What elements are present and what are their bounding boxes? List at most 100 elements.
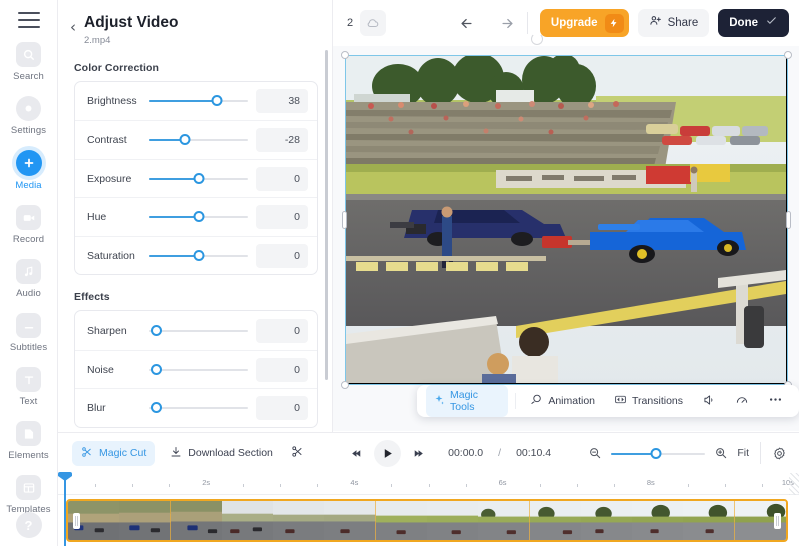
slider-value-exposure[interactable]: 0 xyxy=(256,166,308,191)
speaker-icon xyxy=(702,393,716,410)
slider-noise[interactable] xyxy=(149,362,248,378)
upgrade-button[interactable]: Upgrade xyxy=(530,9,629,45)
redo-arrow-icon[interactable] xyxy=(496,14,515,33)
slider-value-brightness[interactable]: 38 xyxy=(256,89,308,114)
record-camera-icon xyxy=(16,205,41,230)
slider-exposure[interactable] xyxy=(149,171,248,187)
volume-button[interactable] xyxy=(695,389,723,414)
resize-handle-top-right[interactable] xyxy=(784,51,792,59)
skip-forward-icon[interactable] xyxy=(412,447,425,460)
slider-knob[interactable] xyxy=(151,402,162,414)
slider-value-sharpen[interactable]: 0 xyxy=(256,318,308,343)
slider-row-sharpen: Sharpen 0 xyxy=(75,311,317,350)
speed-button[interactable] xyxy=(728,389,756,414)
slider-fill xyxy=(149,177,199,180)
ruler-tick xyxy=(169,484,171,487)
skip-back-icon[interactable] xyxy=(350,447,363,460)
ruler-tick xyxy=(687,484,689,487)
timeline-playhead[interactable] xyxy=(58,472,72,546)
timeline-ruler[interactable]: 2s 4s 6s 8s 10s xyxy=(58,473,799,495)
ruler-label-6s: 6s xyxy=(498,478,507,487)
ruler-tick xyxy=(391,484,393,487)
slider-fill xyxy=(611,453,657,455)
back-chevron-icon[interactable]: ‹ xyxy=(70,20,76,35)
slider-value-noise[interactable]: 0 xyxy=(256,357,308,382)
panel-scrollbar[interactable] xyxy=(325,50,328,380)
sidebar-item-search[interactable]: Search xyxy=(0,42,58,82)
sidebar-label-subtitles: Subtitles xyxy=(9,342,48,353)
sidebar-item-audio[interactable]: Audio xyxy=(0,259,58,299)
cloud-sync-icon[interactable] xyxy=(360,10,387,36)
resize-handle-middle-right[interactable] xyxy=(786,211,791,229)
slider-fill xyxy=(149,100,218,103)
magic-tools-button[interactable]: Magic Tools xyxy=(426,385,509,417)
current-time-label: 00:00.0 xyxy=(448,447,484,459)
zoom-out-icon[interactable] xyxy=(588,446,602,460)
undo-arrow-icon[interactable] xyxy=(459,14,478,33)
clip-trim-handle-right[interactable] xyxy=(774,512,781,529)
download-section-button[interactable]: Download Section xyxy=(161,441,282,466)
color-correction-card: Brightness 38 Contrast -28 Exposure 0 Hu… xyxy=(74,80,318,276)
magic-cut-button[interactable]: Magic Cut xyxy=(72,440,156,466)
play-button[interactable] xyxy=(374,439,402,467)
ruler-label-8s: 8s xyxy=(646,478,655,487)
filmstrip-frame xyxy=(170,501,222,540)
hamburger-icon[interactable] xyxy=(17,12,40,28)
animation-button[interactable]: Animation xyxy=(523,389,602,413)
slider-knob[interactable] xyxy=(211,95,223,107)
preview-float-toolbar: Magic Tools Animation Transitions xyxy=(417,385,799,417)
slider-sharpen[interactable] xyxy=(149,323,248,339)
zoom-in-icon[interactable] xyxy=(714,446,728,460)
slider-knob[interactable] xyxy=(650,448,662,459)
history-controls xyxy=(459,14,515,33)
transitions-icon xyxy=(614,393,627,409)
slider-row-blur: Blur 0 xyxy=(75,388,317,427)
download-icon xyxy=(170,446,182,461)
sidebar-item-media[interactable]: Media xyxy=(0,150,58,191)
play-icon xyxy=(384,448,392,458)
slider-hue[interactable] xyxy=(149,209,248,225)
slider-value-saturation[interactable]: 0 xyxy=(256,243,308,268)
share-button[interactable]: Share xyxy=(637,9,710,37)
more-options-button[interactable] xyxy=(761,388,790,414)
sidebar-item-subtitles[interactable]: Subtitles xyxy=(0,313,58,353)
sidebar-label-audio: Audio xyxy=(16,288,41,299)
slider-blur[interactable] xyxy=(149,400,248,416)
sidebar-item-elements[interactable]: Elements xyxy=(0,421,58,461)
sidebar-item-text[interactable]: Text xyxy=(0,367,58,407)
slider-value-hue[interactable]: 0 xyxy=(256,205,308,230)
resize-handle-middle-left[interactable] xyxy=(342,211,347,229)
ruler-tick xyxy=(613,484,615,487)
slider-knob[interactable] xyxy=(193,211,204,223)
resize-handle-bottom-left[interactable] xyxy=(341,381,349,389)
playback-controls: 00:00.0 / 00:10.4 xyxy=(350,439,551,467)
slider-knob[interactable] xyxy=(193,172,204,184)
resize-handle-top-left[interactable] xyxy=(341,51,349,59)
video-preview-frame[interactable] xyxy=(341,51,792,389)
slider-knob[interactable] xyxy=(193,249,204,261)
elements-shape-icon xyxy=(16,421,41,446)
timeline-zoom-slider[interactable] xyxy=(611,446,706,460)
slider-knob[interactable] xyxy=(179,134,191,146)
slider-contrast[interactable] xyxy=(149,132,248,148)
timeline-clip[interactable] xyxy=(66,499,788,542)
sidebar-item-settings[interactable]: Settings xyxy=(0,96,58,136)
slider-value-blur[interactable]: 0 xyxy=(256,396,308,421)
section-title-effects: Effects xyxy=(74,291,110,304)
split-button[interactable] xyxy=(282,440,313,466)
slider-row-brightness: Brightness 38 xyxy=(75,82,317,121)
help-icon[interactable]: ? xyxy=(15,512,42,538)
transitions-button[interactable]: Transitions xyxy=(607,389,690,413)
gear-icon[interactable] xyxy=(772,446,787,461)
fit-label[interactable]: Fit xyxy=(737,447,749,459)
sidebar-item-templates[interactable]: Templates xyxy=(0,475,58,515)
clip-trim-handle-left[interactable] xyxy=(73,512,80,529)
sidebar-item-record[interactable]: Record xyxy=(0,205,58,245)
slider-saturation[interactable] xyxy=(149,248,248,264)
top-toolbar: 2 Upgrade Share Done xyxy=(333,0,799,46)
slider-value-contrast[interactable]: -28 xyxy=(256,128,308,153)
slider-brightness[interactable] xyxy=(149,93,248,109)
slider-knob[interactable] xyxy=(151,363,162,375)
slider-knob[interactable] xyxy=(151,324,162,336)
done-button[interactable]: Done xyxy=(718,9,789,37)
